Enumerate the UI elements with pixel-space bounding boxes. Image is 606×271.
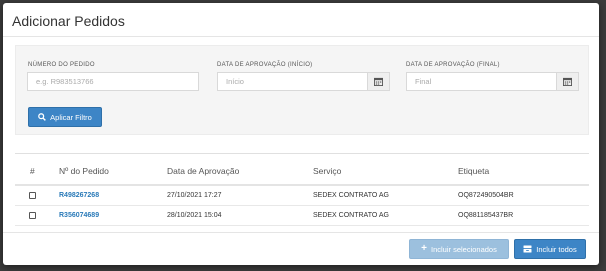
row-checkbox[interactable] <box>29 192 36 199</box>
approval-start-input[interactable] <box>217 72 368 91</box>
order-number-link[interactable]: R498267268 <box>59 192 99 199</box>
orders-table: # Nº do Pedido Data de Aprovação Serviço… <box>15 153 589 229</box>
modal-title: Adicionar Pedidos <box>12 13 125 29</box>
approval-end-input[interactable] <box>406 72 557 91</box>
modal-footer: + Incluir selecionados Incluir todos <box>3 232 599 265</box>
approval-start-label: DATA DE APROVAÇÃO (INÍCIO) <box>217 62 313 68</box>
row-checkbox[interactable] <box>29 212 36 219</box>
table-header: # Nº do Pedido Data de Aprovação Serviço… <box>15 154 589 186</box>
approval-end-label: DATA DE APROVAÇÃO (FINAL) <box>406 62 500 68</box>
search-icon <box>38 113 47 121</box>
column-header-service: Serviço <box>313 166 342 176</box>
order-number-input[interactable] <box>27 72 199 91</box>
include-selected-button[interactable]: + Incluir selecionados <box>409 239 509 259</box>
column-header-order-number: Nº do Pedido <box>59 166 109 176</box>
approval-start-calendar-button[interactable] <box>368 72 390 91</box>
service-cell: SEDEX CONTRATO AG <box>313 192 389 199</box>
table-row: R498267268 27/10/2021 17:27 SEDEX CONTRA… <box>15 186 589 206</box>
tag-cell: OQ881185437BR <box>458 212 514 219</box>
approval-date-cell: 27/10/2021 17:27 <box>167 192 222 199</box>
column-header-approval-date: Data de Aprovação <box>167 166 240 176</box>
tag-cell: OQ872490504BR <box>458 192 514 199</box>
include-selected-label: Incluir selecionados <box>430 244 497 254</box>
include-all-label: Incluir todos <box>536 244 577 254</box>
service-cell: SEDEX CONTRATO AG <box>313 212 389 219</box>
approval-end-calendar-button[interactable] <box>557 72 579 91</box>
include-all-button[interactable]: Incluir todos <box>514 239 586 259</box>
table-row: R356074689 28/10/2021 15:04 SEDEX CONTRA… <box>15 206 589 226</box>
column-header-tag: Etiqueta <box>458 166 490 176</box>
stack-icon <box>523 245 532 253</box>
calendar-icon <box>374 77 383 86</box>
modal-header: Adicionar Pedidos <box>3 3 599 37</box>
approval-date-cell: 28/10/2021 15:04 <box>167 212 222 219</box>
filter-panel: NÚMERO DO PEDIDO DATA DE APROVAÇÃO (INÍC… <box>15 45 589 135</box>
order-number-label: NÚMERO DO PEDIDO <box>28 62 95 68</box>
add-orders-modal: Adicionar Pedidos NÚMERO DO PEDIDO DATA … <box>3 3 599 265</box>
apply-filter-label: Aplicar Filtro <box>50 112 92 122</box>
order-number-link[interactable]: R356074689 <box>59 212 99 219</box>
column-header-select: # <box>30 166 35 176</box>
plus-icon: + <box>421 243 427 254</box>
calendar-icon <box>563 77 572 86</box>
apply-filter-button[interactable]: Aplicar Filtro <box>28 107 102 127</box>
